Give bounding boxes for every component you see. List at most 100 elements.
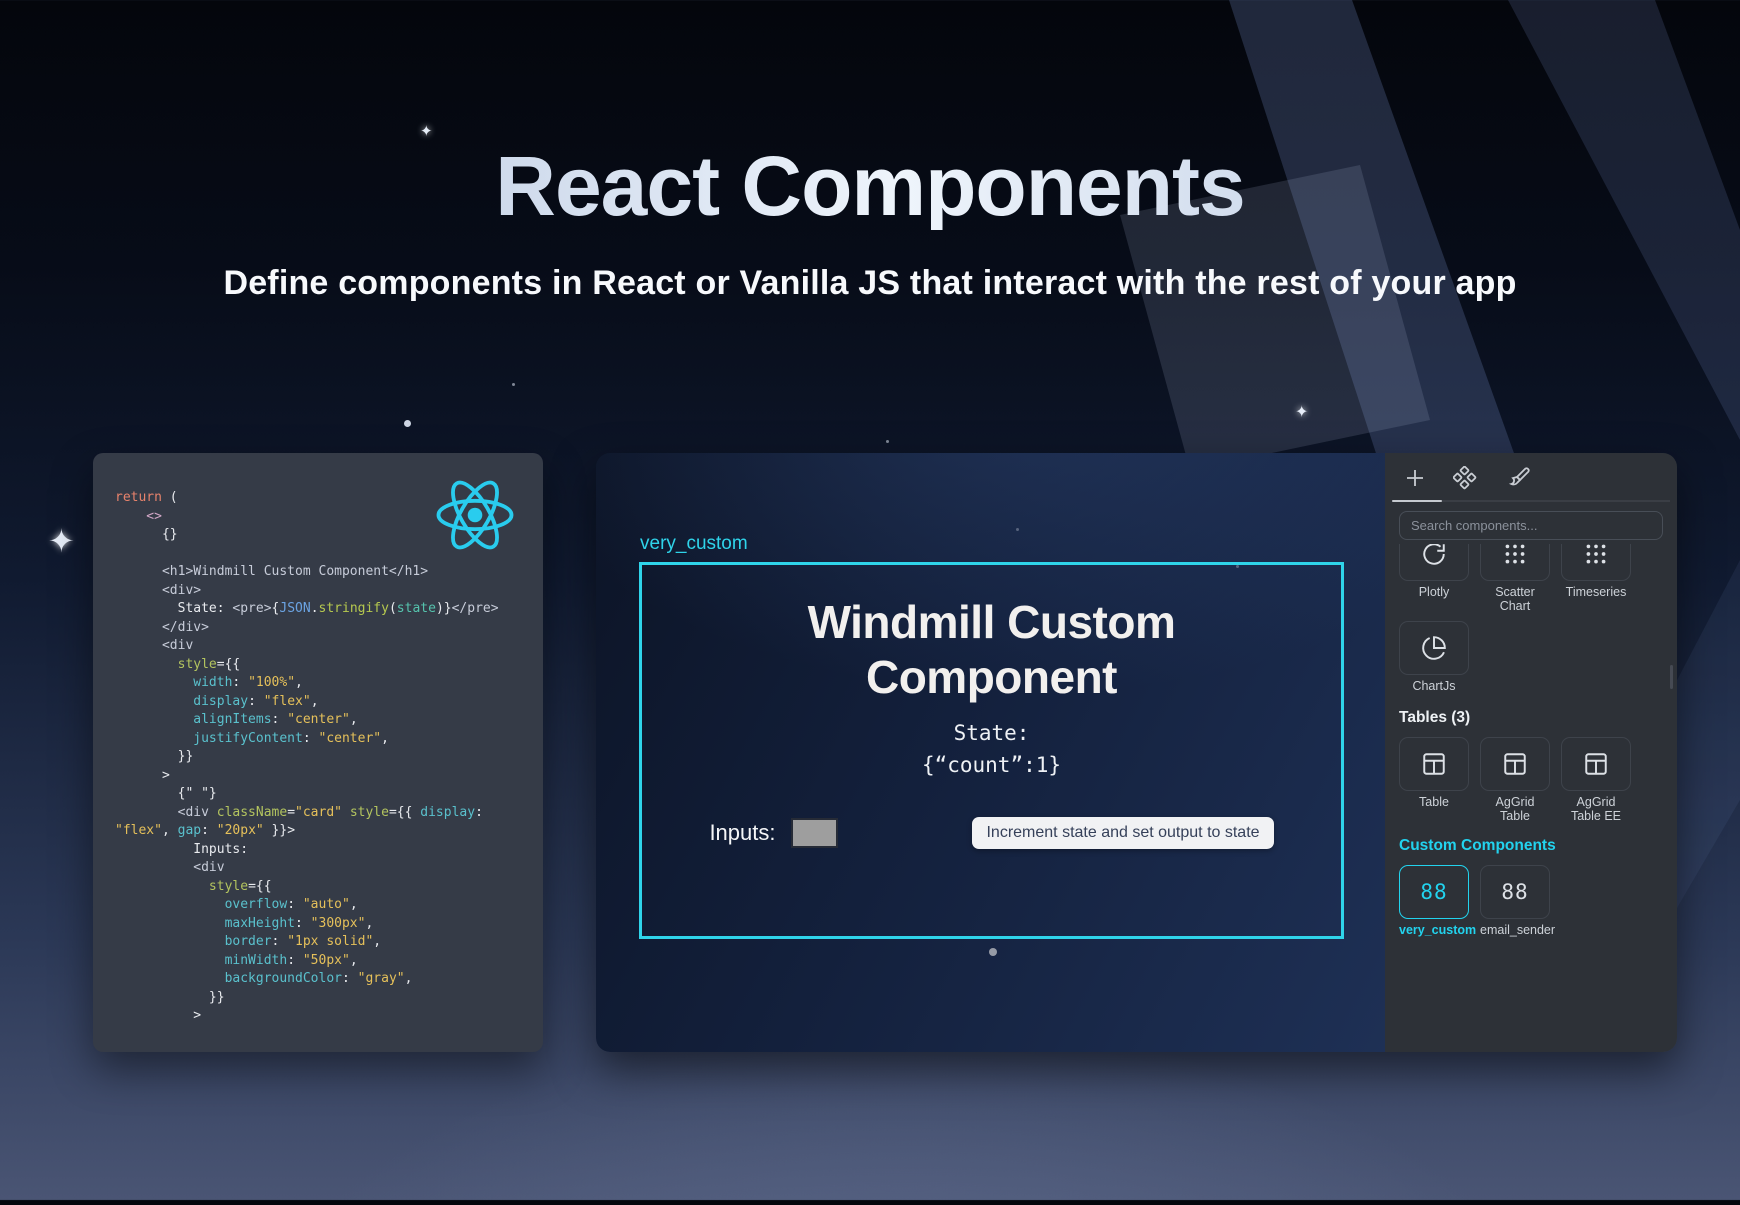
page-subtitle: Define components in React or Vanilla JS… [0, 264, 1740, 303]
code-line: }} [115, 748, 543, 767]
page-title: React Components [0, 142, 1740, 230]
custom-components-labels: very_custom email_sender [1399, 923, 1663, 937]
tables-section-heading: Tables (3) [1399, 709, 1663, 727]
table-icon [1421, 751, 1447, 777]
search-input[interactable] [1399, 511, 1663, 540]
code-line: "flex", gap: "20px" }}> [115, 822, 543, 841]
table-icon [1502, 751, 1528, 777]
tab-insert[interactable] [1403, 466, 1427, 490]
chartjs-labels: ChartJs [1399, 679, 1663, 693]
charts-labels: Plotly Scatter Chart Timeseries [1399, 585, 1663, 613]
state-label: State: [642, 717, 1341, 749]
code-line: overflow: "auto", [115, 896, 543, 915]
code-line: width: "100%", [115, 674, 543, 693]
sidebar-content: Plotly Scatter Chart Timeseries ChartJs … [1385, 544, 1677, 937]
timeseries-icon [1583, 544, 1609, 567]
card-aggrid-table[interactable] [1480, 737, 1550, 791]
custom-component-icon: 88 [1501, 880, 1528, 904]
active-tab-indicator [1392, 500, 1442, 502]
card-label: Scatter Chart [1480, 585, 1550, 613]
code-line: </div> [115, 619, 543, 638]
code-line: Inputs: [115, 841, 543, 860]
card-label: email_sender [1480, 923, 1550, 937]
inputs-label: Inputs: [709, 820, 775, 846]
inputs-row: Inputs: Increment state and set output t… [642, 817, 1341, 849]
code-line: border: "1px solid", [115, 933, 543, 952]
code-line: <div> [115, 582, 543, 601]
star-dot [1236, 565, 1239, 568]
sparkle-icon: ✦ [1295, 405, 1308, 421]
code-line: <h1>Windmill Custom Component</h1> [115, 563, 543, 582]
increment-state-button[interactable]: Increment state and set output to state [972, 817, 1273, 849]
charts-row-clipped [1399, 544, 1663, 581]
pie-chart-icon [1421, 635, 1447, 661]
plus-icon [1403, 466, 1427, 490]
code-line: minWidth: "50px", [115, 952, 543, 971]
code-line: > [115, 767, 543, 786]
code-block: return ( <> {} <h1>Windmill Custom Compo… [115, 489, 543, 1026]
scatter-chart-icon [1502, 544, 1528, 567]
card-label: very_custom [1399, 923, 1469, 937]
inputs-value-box[interactable] [791, 818, 838, 848]
code-editor-panel: return ( <> {} <h1>Windmill Custom Compo… [93, 453, 543, 1052]
selected-component-label: very_custom [640, 533, 748, 555]
card-label: Plotly [1399, 585, 1469, 613]
star-dot [512, 383, 515, 386]
code-line: > [115, 1007, 543, 1026]
code-line: style={{ [115, 656, 543, 675]
card-chartjs[interactable] [1399, 621, 1469, 675]
app-canvas[interactable]: very_custom Windmill Custom Component St… [596, 453, 1385, 1052]
card-scatter-chart[interactable] [1480, 544, 1550, 581]
star-dot [886, 440, 889, 443]
card-label: AgGrid Table [1480, 795, 1550, 823]
component-state: State: {“count”:1} [642, 717, 1341, 781]
card-aggrid-table-ee[interactable] [1561, 737, 1631, 791]
paintbrush-icon [1507, 466, 1531, 490]
tables-row [1399, 737, 1663, 791]
card-label: AgGrid Table EE [1561, 795, 1631, 823]
app-editor-window: very_custom Windmill Custom Component St… [596, 453, 1677, 1052]
page: { "hero": { "title": "React Components",… [0, 0, 1740, 1200]
code-line: State: <pre>{JSON.stringify(state)}</pre… [115, 600, 543, 619]
code-line: maxHeight: "300px", [115, 915, 543, 934]
card-label: Timeseries [1561, 585, 1631, 613]
card-plotly[interactable] [1399, 544, 1469, 581]
react-logo-icon [433, 473, 517, 557]
sparkle-icon: ✦ [48, 525, 75, 557]
code-line: <div [115, 637, 543, 656]
tab-styling[interactable] [1507, 466, 1531, 490]
card-very-custom[interactable]: 88 [1399, 865, 1469, 919]
code-line: alignItems: "center", [115, 711, 543, 730]
code-line: }} [115, 989, 543, 1008]
card-email-sender[interactable]: 88 [1480, 865, 1550, 919]
code-line: {" "} [115, 785, 543, 804]
chartjs-row [1399, 621, 1663, 675]
code-line: style={{ [115, 878, 543, 897]
custom-component-icon: 88 [1420, 880, 1447, 904]
card-label: Table [1399, 795, 1469, 823]
sidebar-scrollbar[interactable] [1670, 665, 1673, 689]
sidebar-tabs [1385, 453, 1677, 501]
plotly-icon [1421, 544, 1447, 567]
custom-components-heading: Custom Components [1399, 837, 1663, 855]
card-table[interactable] [1399, 737, 1469, 791]
component-icon [1453, 466, 1477, 490]
code-line: <div className="card" style={{ display: [115, 804, 543, 823]
code-line: <div [115, 859, 543, 878]
code-line: display: "flex", [115, 693, 543, 712]
custom-component-selection[interactable]: Windmill Custom Component State: {“count… [639, 562, 1344, 939]
component-title: Windmill Custom Component [757, 595, 1227, 705]
custom-components-row: 88 88 [1399, 865, 1663, 919]
search-wrap [1399, 511, 1663, 540]
card-timeseries[interactable] [1561, 544, 1631, 581]
code-line: justifyContent: "center", [115, 730, 543, 749]
state-value: {“count”:1} [642, 749, 1341, 781]
tab-components[interactable] [1453, 466, 1477, 490]
resize-handle[interactable] [989, 948, 997, 956]
star-dot [1016, 528, 1019, 531]
code-line: backgroundColor: "gray", [115, 970, 543, 989]
component-sidebar: Plotly Scatter Chart Timeseries ChartJs … [1385, 453, 1677, 1052]
star-dot [404, 420, 411, 427]
table-icon [1583, 751, 1609, 777]
tables-labels: Table AgGrid Table AgGrid Table EE [1399, 795, 1663, 823]
